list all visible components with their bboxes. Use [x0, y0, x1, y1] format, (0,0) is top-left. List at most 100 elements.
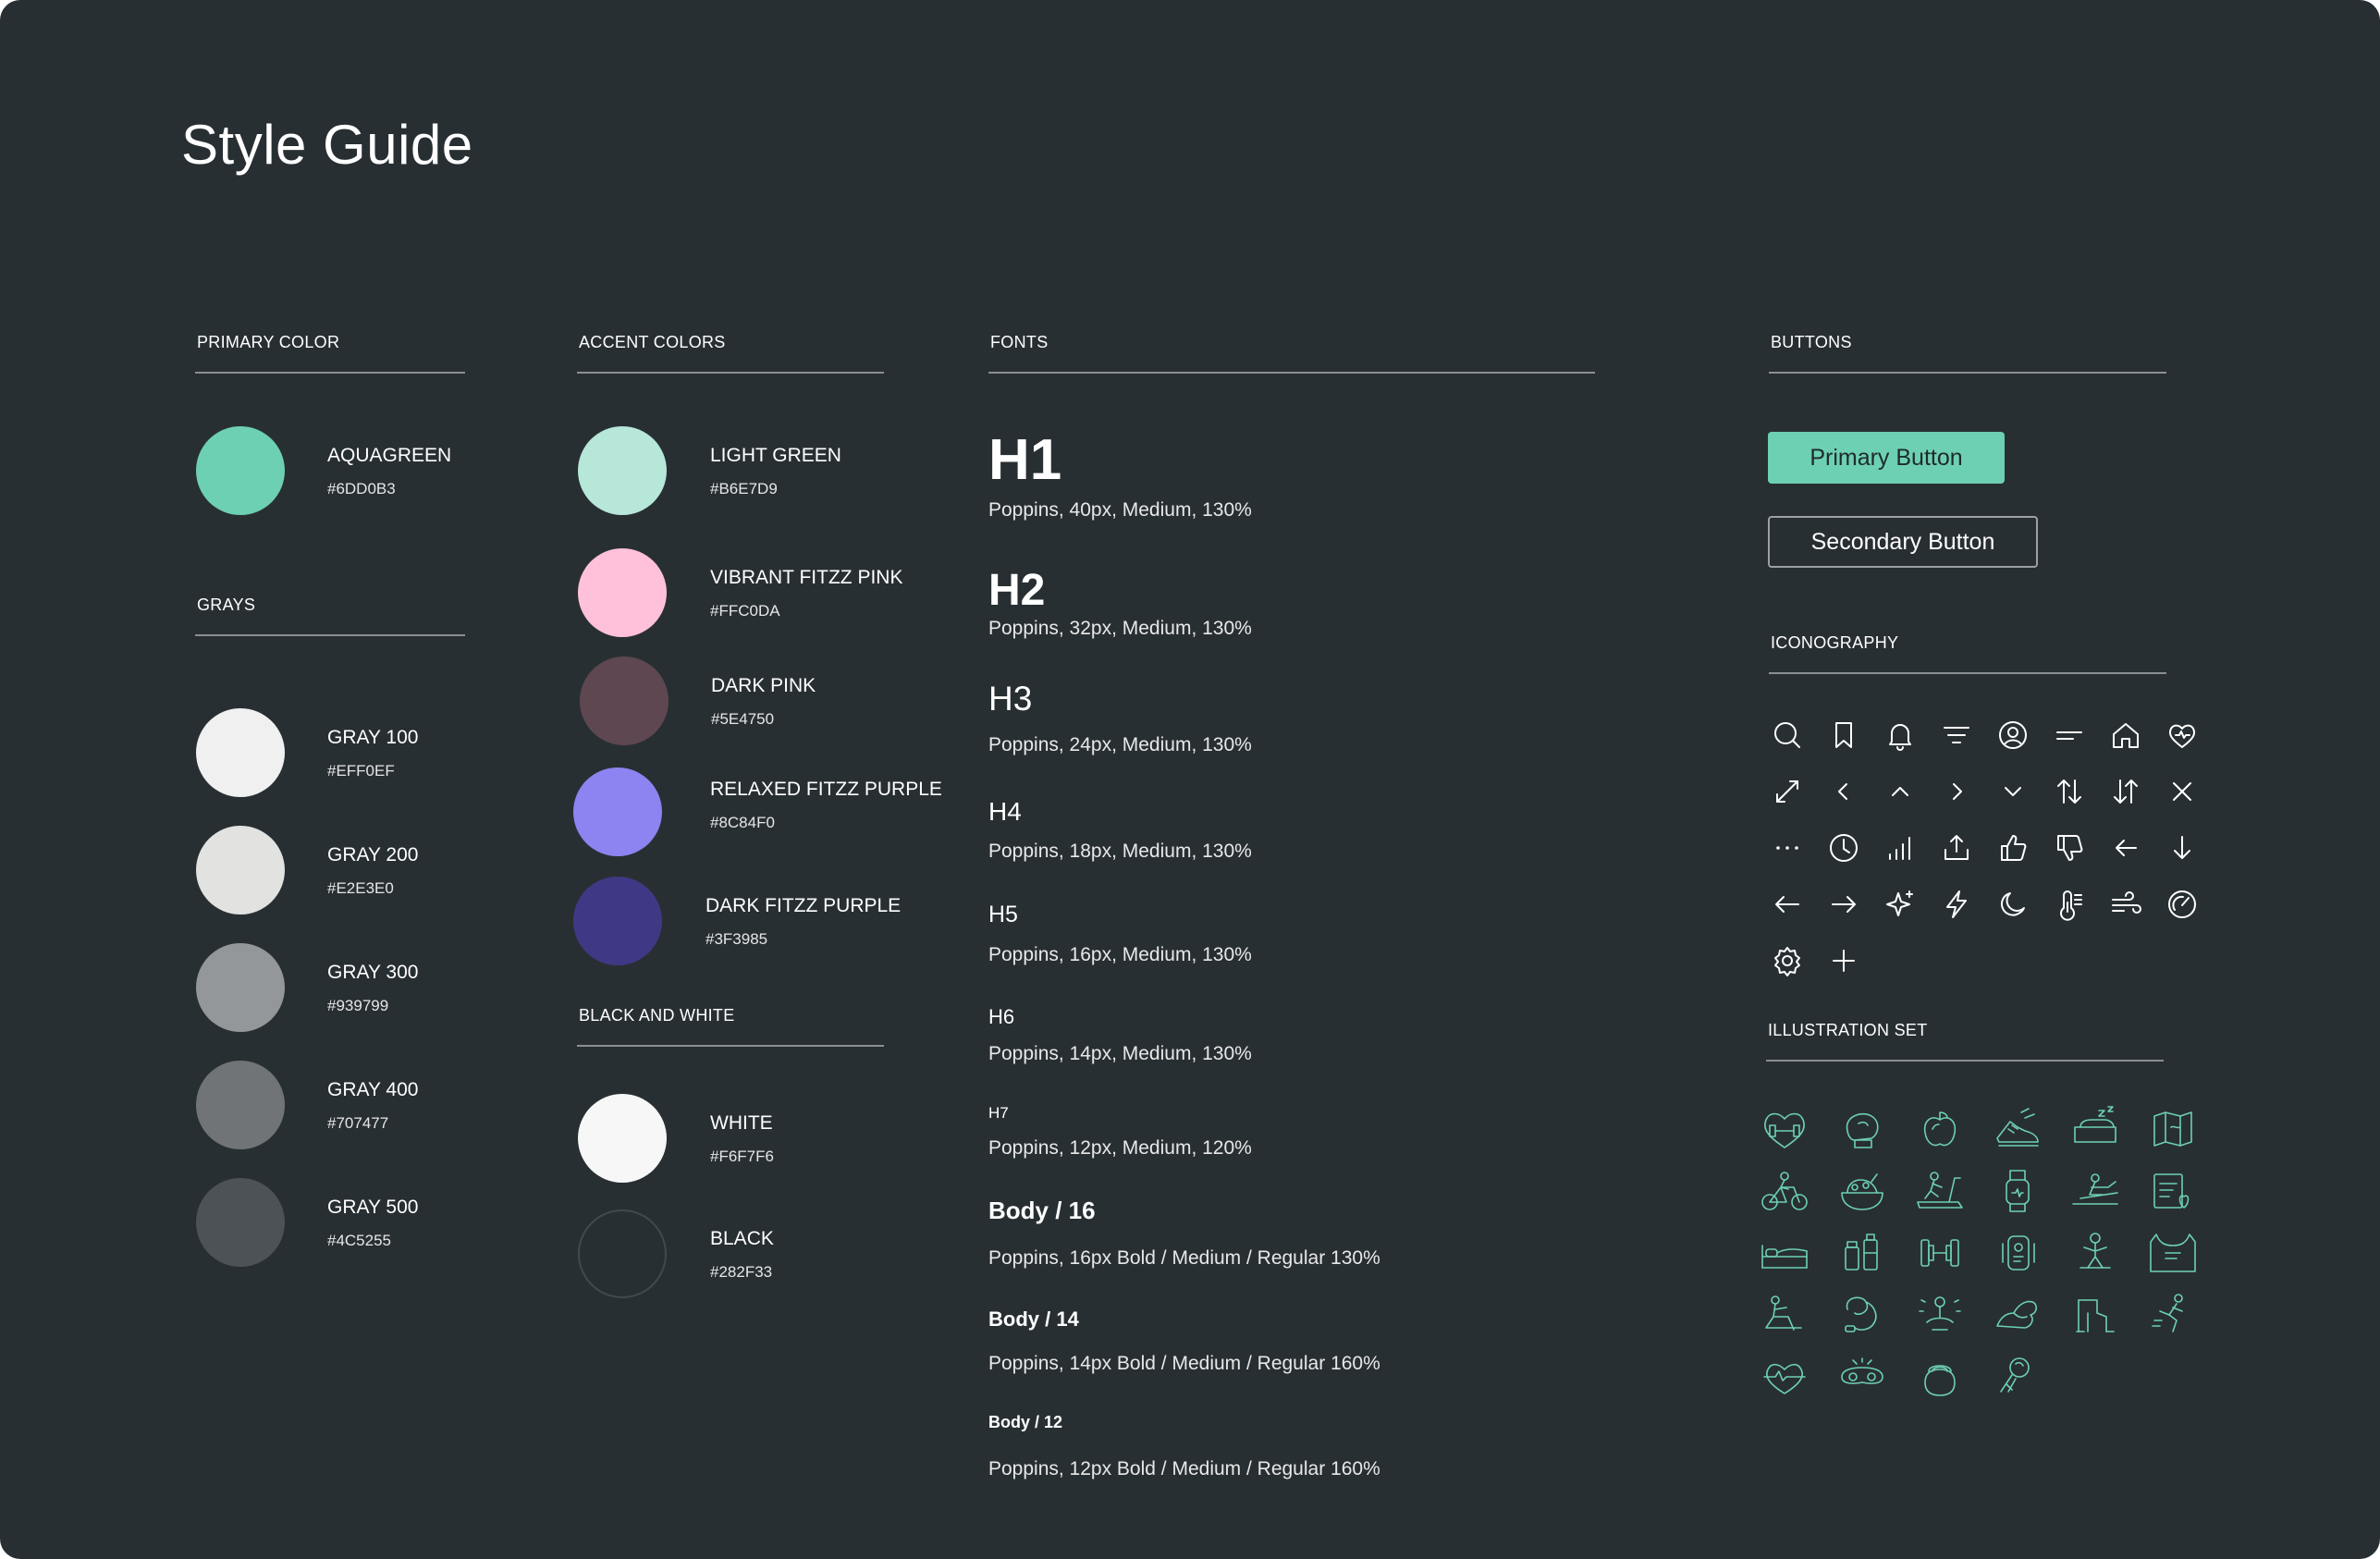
- color-swatch-gray-400: [196, 1061, 285, 1149]
- swatch-name: AQUAGREEN: [327, 445, 452, 466]
- smartwatch-illustration: [1990, 1165, 2045, 1217]
- font-sample-h2: H2: [988, 566, 1046, 615]
- clock-icon: [1825, 829, 1862, 866]
- color-swatch-vibrant-fitzz-pink: [578, 548, 667, 637]
- section-divider: [1766, 1060, 2164, 1062]
- plus-icon: [1825, 942, 1862, 979]
- chevron-left-icon: [1825, 773, 1862, 810]
- apple-illustration: [1912, 1103, 1968, 1155]
- swatch-hex: #8C84F0: [710, 814, 775, 831]
- running-person-illustration: [2145, 1289, 2201, 1341]
- meditation-illustration: [1912, 1289, 1968, 1341]
- swatch-hex: #282F33: [710, 1263, 773, 1281]
- swatch-hex: #6DD0B3: [327, 480, 396, 497]
- color-swatch-gray-200: [196, 826, 285, 915]
- swatch-hex: #F6F7F6: [710, 1148, 774, 1165]
- illustration-set-heading: ILLUSTRATION SET: [1768, 1021, 1928, 1039]
- bell-icon: [1882, 717, 1919, 754]
- menu-lines-icon: [2051, 717, 2088, 754]
- supplements-illustration: [1834, 1227, 1890, 1279]
- color-swatch-dark-pink: [580, 657, 669, 745]
- upload-icon: [1938, 829, 1975, 866]
- color-swatch-gray-100: [196, 708, 285, 797]
- swatch-name: GRAY 400: [327, 1079, 419, 1100]
- signal-bars-icon: [1882, 829, 1919, 866]
- filter-icon: [1938, 717, 1975, 754]
- accent-colors-heading: ACCENT COLORS: [579, 333, 726, 351]
- cycling-illustration: [1757, 1165, 1812, 1217]
- dumbbell-illustration: [1912, 1227, 1968, 1279]
- color-swatch-light-green: [578, 426, 667, 515]
- font-spec-h6: Poppins, 14px, Medium, 130%: [988, 1043, 1252, 1064]
- close-icon: [2164, 773, 2201, 810]
- swatch-hex: #4C5255: [327, 1232, 392, 1249]
- swatch-name: GRAY 500: [327, 1197, 419, 1218]
- thumbs-up-icon: [1994, 829, 2031, 866]
- swatch-hex: #939799: [327, 997, 389, 1014]
- font-spec-body-14: Poppins, 14px Bold / Medium / Regular 16…: [988, 1353, 1380, 1374]
- font-sample-body-16: Body / 16: [988, 1197, 1096, 1224]
- secondary-button[interactable]: Secondary Button: [1768, 516, 2038, 568]
- arrow-right-icon: [1825, 886, 1862, 923]
- color-swatch-gray-500: [196, 1178, 285, 1267]
- more-dots-icon: [1769, 829, 1806, 866]
- sort-arrows-icon: [2051, 773, 2088, 810]
- swatch-name: DARK PINK: [711, 675, 816, 696]
- swatch-name: DARK FITZZ PURPLE: [705, 895, 902, 916]
- style-guide-board: Style Guide PRIMARY COLOR AQUAGREEN #6DD…: [0, 0, 2380, 1559]
- font-sample-body-12: Body / 12: [988, 1413, 1063, 1431]
- stretching-illustration: [1757, 1289, 1812, 1341]
- color-swatch-relaxed-fitzz-purple: [573, 767, 662, 856]
- arrow-down-icon: [2164, 829, 2201, 866]
- thumbs-down-icon: [2051, 829, 2088, 866]
- font-spec-h2: Poppins, 32px, Medium, 130%: [988, 618, 1252, 639]
- sparkle-icon: [1882, 886, 1919, 923]
- font-spec-h7: Poppins, 12px, Medium, 120%: [988, 1137, 1252, 1159]
- resize-diagonal-icon: [1769, 773, 1806, 810]
- heart-pulse-icon: [2164, 717, 2201, 754]
- swatch-name: GRAY 200: [327, 844, 419, 865]
- moon-icon: [1994, 886, 2031, 923]
- recipe-illustration: [2145, 1165, 2201, 1217]
- arrow-left-icon: [2107, 829, 2144, 866]
- healthy-food-illustration: [1834, 1165, 1890, 1217]
- lightning-icon: [1938, 886, 1975, 923]
- swatch-hex: #FFC0DA: [710, 602, 780, 620]
- swatch-hex: #707477: [327, 1114, 389, 1132]
- swatch-name: WHITE: [710, 1112, 773, 1134]
- page-title: Style Guide: [181, 114, 473, 176]
- section-divider: [1769, 672, 2166, 674]
- section-divider: [988, 372, 1595, 374]
- primary-button[interactable]: Primary Button: [1768, 432, 2005, 484]
- iconography-heading: ICONOGRAPHY: [1771, 633, 1899, 652]
- speedometer-icon: [2164, 886, 2201, 923]
- font-spec-h4: Poppins, 18px, Medium, 130%: [988, 841, 1252, 862]
- font-spec-body-16: Poppins, 16px Bold / Medium / Regular 13…: [988, 1247, 1380, 1269]
- home-icon: [2107, 717, 2144, 754]
- sleep-illustration: [2067, 1103, 2123, 1155]
- font-spec-h1: Poppins, 40px, Medium, 130%: [988, 499, 1252, 521]
- arrow-left-long-icon: [1769, 886, 1806, 923]
- tank-top-illustration: [2145, 1227, 2201, 1279]
- treadmill-illustration: [1912, 1165, 1968, 1217]
- font-sample-h5: H5: [988, 902, 1018, 927]
- swatch-name: VIBRANT FITZZ PINK: [710, 567, 903, 588]
- swatch-name: LIGHT GREEN: [710, 445, 841, 466]
- chevron-right-icon: [1938, 773, 1975, 810]
- swatch-name: GRAY 100: [327, 727, 419, 748]
- font-sample-h1: H1: [988, 428, 1062, 492]
- color-swatch-gray-300: [196, 943, 285, 1032]
- sleep-mask-illustration: [1834, 1351, 1890, 1403]
- fonts-heading: FONTS: [990, 333, 1049, 351]
- kettlebell-illustration: [1912, 1351, 1968, 1403]
- fitness-tracker-illustration: [1990, 1227, 2045, 1279]
- grays-heading: GRAYS: [197, 595, 256, 614]
- font-spec-body-12: Poppins, 12px Bold / Medium / Regular 16…: [988, 1458, 1380, 1479]
- black-and-white-heading: BLACK AND WHITE: [579, 1006, 735, 1025]
- swatch-hex: #5E4750: [711, 710, 775, 728]
- swatch-hex: #EFF0EF: [327, 762, 395, 780]
- buttons-heading: BUTTONS: [1771, 333, 1852, 351]
- swatch-name: BLACK: [710, 1228, 774, 1249]
- leg-stretch-illustration: [2067, 1289, 2123, 1341]
- color-swatch-aquagreen: [196, 426, 285, 515]
